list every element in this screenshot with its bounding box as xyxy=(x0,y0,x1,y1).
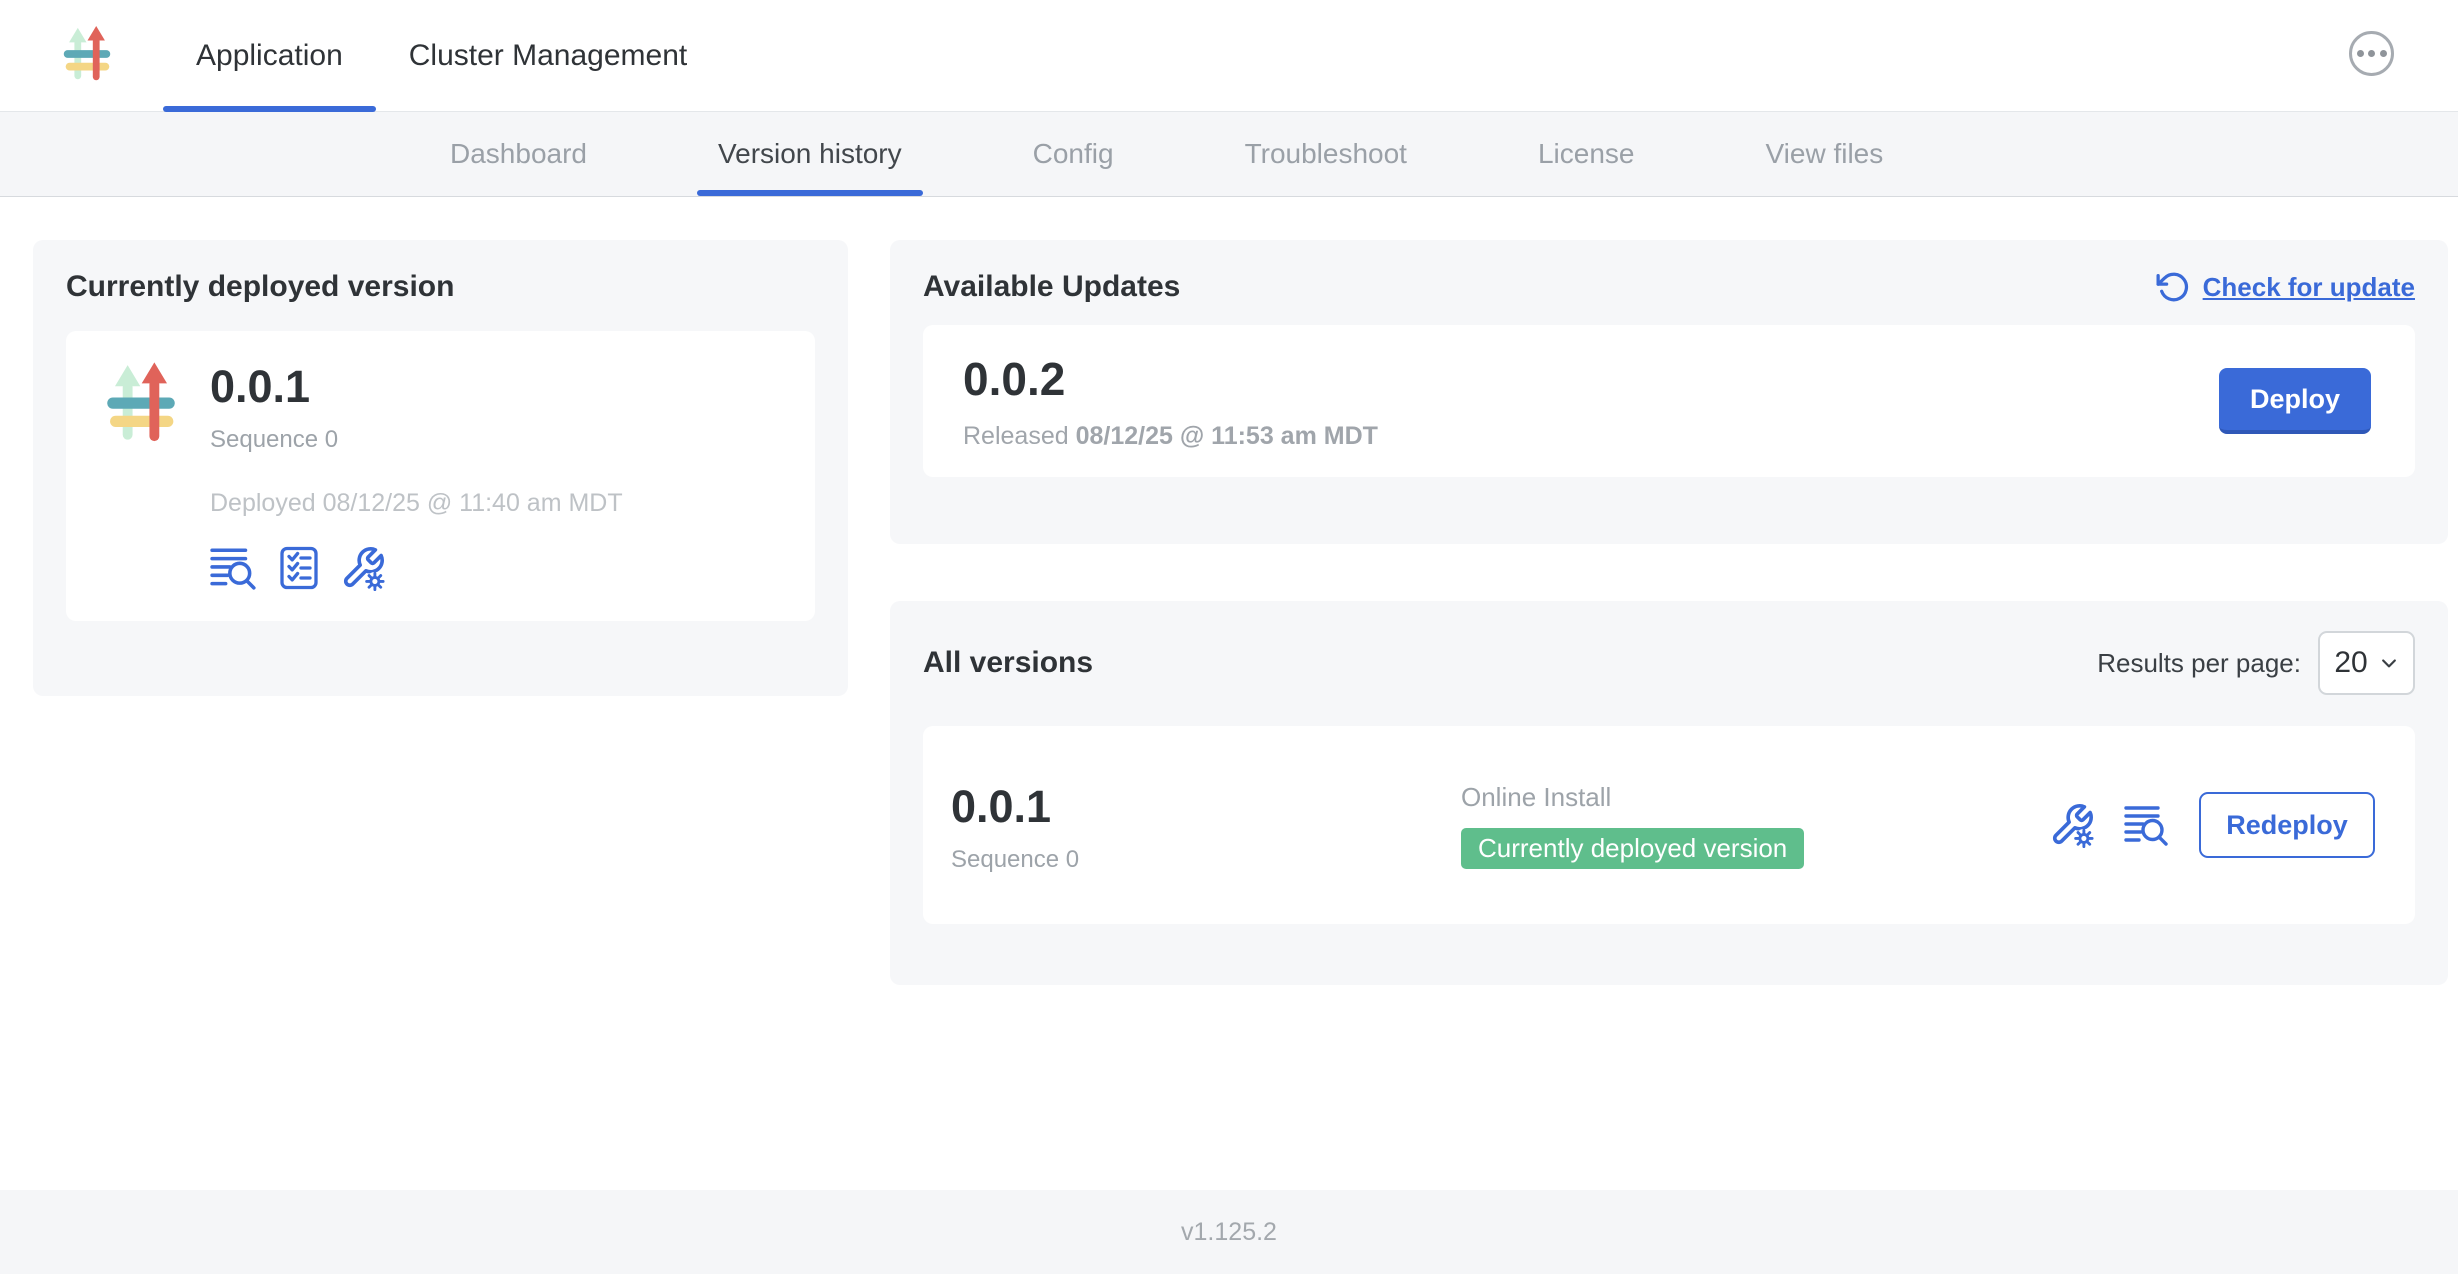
app-logo-icon xyxy=(96,357,186,591)
currently-deployed-title: Currently deployed version xyxy=(66,270,815,304)
version-history-page: Currently deployed version 0.0.1 Sequenc… xyxy=(0,197,2458,1190)
tab-cluster-management[interactable]: Cluster Management xyxy=(376,0,720,111)
available-updates-card: Available Updates Check for update 0.0.2… xyxy=(890,240,2448,544)
update-row: 0.0.2 Released 08/12/25 @ 11:53 am MDT D… xyxy=(923,325,2415,477)
app-sub-nav: Dashboard Version history Config Trouble… xyxy=(0,112,2458,197)
row-sequence: Sequence 0 xyxy=(951,846,1461,874)
available-updates-title: Available Updates xyxy=(923,270,1180,304)
deployed-version-actions xyxy=(210,545,623,591)
currently-deployed-card: Currently deployed version 0.0.1 Sequenc… xyxy=(33,240,848,696)
edit-config-icon[interactable] xyxy=(340,545,386,591)
deployed-version-number: 0.0.1 xyxy=(210,361,623,413)
top-nav-tabs: Application Cluster Management xyxy=(163,0,720,111)
console-footer: v1.125.2 xyxy=(0,1190,2458,1274)
results-per-page-label: Results per page: xyxy=(2097,648,2301,679)
ellipsis-menu-icon[interactable] xyxy=(2349,31,2394,76)
redeploy-button[interactable]: Redeploy xyxy=(2199,792,2375,858)
results-per-page-select[interactable]: 20 xyxy=(2318,631,2415,695)
row-version-number: 0.0.1 xyxy=(951,781,1461,833)
all-versions-card: All versions Results per page: 20 0.0.1 … xyxy=(890,601,2448,985)
deploy-button[interactable]: Deploy xyxy=(2219,368,2371,434)
release-notes-icon[interactable] xyxy=(2124,804,2170,846)
app-logo-icon xyxy=(56,22,118,93)
tab-view-files[interactable]: View files xyxy=(1765,112,1883,196)
row-actions: Redeploy xyxy=(2049,792,2375,858)
all-versions-title: All versions xyxy=(923,646,1093,680)
release-notes-icon[interactable] xyxy=(210,546,258,590)
chevron-down-icon xyxy=(2379,653,2399,673)
check-for-update-link[interactable]: Check for update xyxy=(2156,270,2415,304)
version-row: 0.0.1 Sequence 0 Online Install Currentl… xyxy=(923,726,2415,924)
check-for-update-label: Check for update xyxy=(2203,272,2415,303)
edit-config-icon[interactable] xyxy=(2049,802,2095,848)
install-type-label: Online Install xyxy=(1461,782,2049,813)
update-version-number: 0.0.2 xyxy=(963,352,1378,406)
tab-license[interactable]: License xyxy=(1538,112,1635,196)
console-version: v1.125.2 xyxy=(1181,1218,1277,1247)
tab-troubleshoot[interactable]: Troubleshoot xyxy=(1245,112,1407,196)
tab-application[interactable]: Application xyxy=(163,0,376,111)
tab-config[interactable]: Config xyxy=(1033,112,1114,196)
deployed-timestamp: Deployed 08/12/25 @ 11:40 am MDT xyxy=(210,489,623,518)
currently-deployed-badge: Currently deployed version xyxy=(1461,828,1804,869)
tab-version-history[interactable]: Version history xyxy=(718,112,902,196)
currently-deployed-detail: 0.0.1 Sequence 0 Deployed 08/12/25 @ 11:… xyxy=(66,331,815,621)
tab-dashboard[interactable]: Dashboard xyxy=(450,112,587,196)
preflight-checks-icon[interactable] xyxy=(279,545,319,591)
refresh-icon xyxy=(2156,270,2190,304)
update-released-timestamp: Released 08/12/25 @ 11:53 am MDT xyxy=(963,422,1378,451)
deployed-sequence: Sequence 0 xyxy=(210,426,623,454)
top-nav: Application Cluster Management xyxy=(0,0,2458,112)
